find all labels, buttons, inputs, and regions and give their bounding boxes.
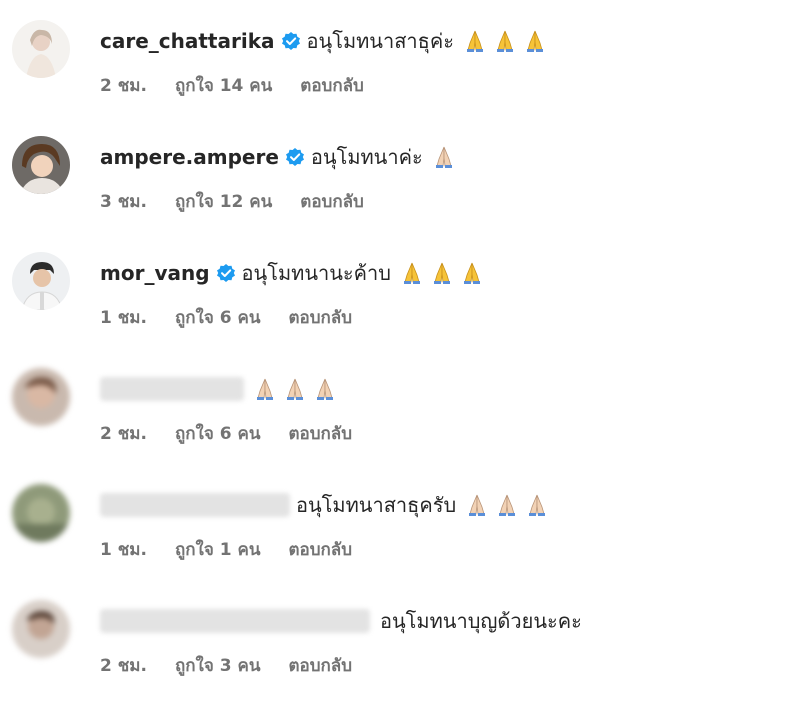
comment-item: 2 ชม. ถูกใจ 6 คน ตอบกลับ xyxy=(0,348,800,448)
comment-item: care_chattarika อนุโมทนาสาธุค่ะ 2 ชม. ถู… xyxy=(0,0,800,100)
comment-meta: 2 ชม. ถูกใจ 6 คน ตอบกลับ xyxy=(100,420,352,447)
username[interactable]: care_chattarika xyxy=(100,29,275,53)
comment-meta: 2 ชม. ถูกใจ 3 คน ตอบกลับ xyxy=(100,652,352,679)
folded-hands-emoji-icon xyxy=(433,262,450,284)
folded-hands-emoji-icon xyxy=(287,378,303,400)
avatar[interactable] xyxy=(12,368,70,426)
comment-header: mor_vang อนุโมทนานะค้าบ xyxy=(100,256,485,290)
blurred-username[interactable] xyxy=(100,377,244,401)
comment-meta: 3 ชม. ถูกใจ 12 คน ตอบกลับ xyxy=(100,188,364,215)
timestamp[interactable]: 1 ชม. xyxy=(100,536,147,563)
reply-button[interactable]: ตอบกลับ xyxy=(288,652,352,679)
like-count[interactable]: ถูกใจ 14 คน xyxy=(175,72,272,99)
comment-header: อนุโมทนาสาธุครับ xyxy=(100,488,550,522)
like-count[interactable]: ถูกใจ 1 คน xyxy=(175,536,261,563)
emoji-group xyxy=(252,376,338,402)
folded-hands-emoji-icon xyxy=(403,262,420,284)
comment-text: อนุโมทนาสาธุค่ะ xyxy=(306,29,454,53)
reply-button[interactable]: ตอบกลับ xyxy=(300,188,364,215)
folded-hands-emoji-icon xyxy=(466,30,483,52)
comment-text: อนุโมทนาค่ะ xyxy=(310,145,423,169)
username[interactable]: ampere.ampere xyxy=(100,145,279,169)
comment-text: อนุโมทนาสาธุครับ xyxy=(296,493,457,517)
folded-hands-emoji-icon xyxy=(529,494,546,516)
folded-hands-emoji-icon xyxy=(499,494,516,516)
reply-button[interactable]: ตอบกลับ xyxy=(288,304,352,331)
folded-hands-emoji-icon xyxy=(317,378,333,400)
reply-button[interactable]: ตอบกลับ xyxy=(288,420,352,447)
comment-meta: 2 ชม. ถูกใจ 14 คน ตอบกลับ xyxy=(100,72,364,99)
avatar[interactable] xyxy=(12,20,70,78)
comment-meta: 1 ชม. ถูกใจ 1 คน ตอบกลับ xyxy=(100,536,352,563)
blurred-username[interactable] xyxy=(100,493,290,517)
comment-header: อนุโมทนาบุญด้วยนะคะ xyxy=(100,604,582,638)
timestamp[interactable]: 3 ชม. xyxy=(100,188,147,215)
emoji-group xyxy=(399,260,485,286)
folded-hands-emoji-icon xyxy=(435,146,452,168)
comment-text: อนุโมทนานะค้าบ xyxy=(241,261,391,285)
folded-hands-emoji-icon xyxy=(463,262,480,284)
comment-meta: 1 ชม. ถูกใจ 6 คน ตอบกลับ xyxy=(100,304,352,331)
like-count[interactable]: ถูกใจ 6 คน xyxy=(175,304,261,331)
like-count[interactable]: ถูกใจ 3 คน xyxy=(175,652,261,679)
comment-header xyxy=(100,372,338,406)
folded-hands-emoji-icon xyxy=(257,378,273,400)
like-count[interactable]: ถูกใจ 6 คน xyxy=(175,420,261,447)
folded-hands-emoji-icon xyxy=(496,30,513,52)
comment-item: mor_vang อนุโมทนานะค้าบ 1 ชม. ถูกใจ 6 คน… xyxy=(0,232,800,332)
timestamp[interactable]: 2 ชม. xyxy=(100,652,147,679)
comment-item: อนุโมทนาสาธุครับ 1 ชม. ถูกใจ 1 คน ตอบกลั… xyxy=(0,464,800,564)
comment-header: ampere.ampere อนุโมทนาค่ะ xyxy=(100,140,457,174)
folded-hands-emoji-icon xyxy=(526,30,543,52)
avatar[interactable] xyxy=(12,600,70,658)
timestamp[interactable]: 2 ชม. xyxy=(100,420,147,447)
timestamp[interactable]: 1 ชม. xyxy=(100,304,147,331)
avatar[interactable] xyxy=(12,484,70,542)
emoji-group xyxy=(462,28,548,54)
avatar[interactable] xyxy=(12,252,70,310)
reply-button[interactable]: ตอบกลับ xyxy=(288,536,352,563)
verified-badge-icon xyxy=(281,32,300,50)
verified-badge-icon xyxy=(285,148,304,166)
username[interactable]: mor_vang xyxy=(100,261,210,285)
comment-text: อนุโมทนาบุญด้วยนะคะ xyxy=(380,609,582,633)
folded-hands-emoji-icon xyxy=(469,494,486,516)
verified-badge-icon xyxy=(216,264,235,282)
reply-button[interactable]: ตอบกลับ xyxy=(300,72,364,99)
avatar[interactable] xyxy=(12,136,70,194)
comment-item: ampere.ampere อนุโมทนาค่ะ 3 ชม. ถูกใจ 12… xyxy=(0,116,800,216)
blurred-username[interactable] xyxy=(100,609,370,633)
emoji-group xyxy=(431,144,457,170)
emoji-group xyxy=(464,492,550,518)
timestamp[interactable]: 2 ชม. xyxy=(100,72,147,99)
comment-item: อนุโมทนาบุญด้วยนะคะ 2 ชม. ถูกใจ 3 คน ตอบ… xyxy=(0,580,800,680)
like-count[interactable]: ถูกใจ 12 คน xyxy=(175,188,272,215)
comment-header: care_chattarika อนุโมทนาสาธุค่ะ xyxy=(100,24,548,58)
